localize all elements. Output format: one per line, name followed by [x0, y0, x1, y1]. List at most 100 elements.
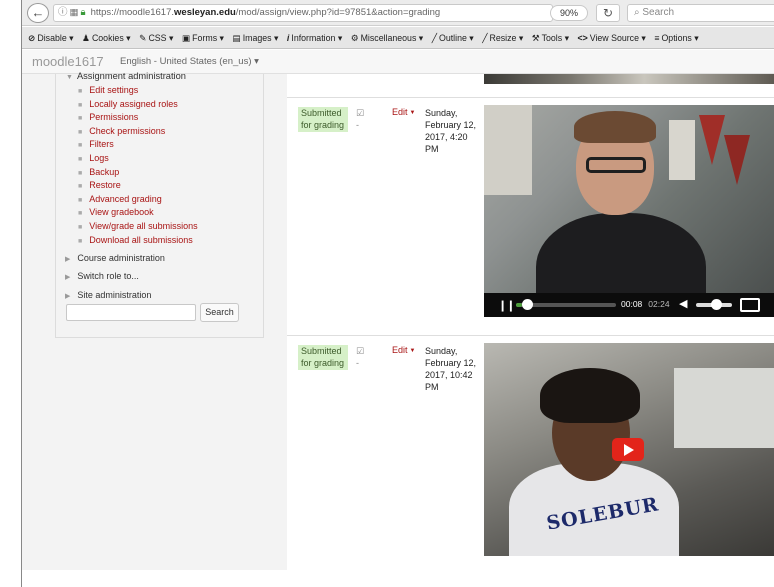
grade-edit-icon: ☑	[356, 108, 365, 118]
edit-menu-link[interactable]: Edit ▼	[392, 107, 415, 117]
edit-menu-link[interactable]: Edit ▼	[392, 345, 415, 355]
last-modified-date: Sunday, February 12, 2017, 10:42 PM	[425, 346, 477, 392]
sidebar-item-backup[interactable]: ■ Backup	[78, 167, 119, 177]
caret-down-icon: ▼	[409, 348, 416, 354]
sidebar-item-logs[interactable]: ■ Logs	[78, 153, 109, 163]
admin-search-button[interactable]: Search	[200, 303, 239, 322]
submission-video-player[interactable]: ❙❙ 00:08 02:24 ◀	[484, 105, 774, 317]
bullet-icon: ■	[78, 197, 83, 204]
student-hair	[540, 368, 640, 423]
sidebar-item-view-grade-all-submissions[interactable]: ■ View/grade all submissions	[78, 221, 198, 231]
collapsed-icon: ▶	[65, 256, 71, 263]
devbar-options[interactable]: ≡ Options ▾	[654, 27, 698, 49]
bullet-icon: ■	[78, 142, 83, 149]
row-divider	[287, 97, 774, 98]
code-icon: <>	[577, 33, 588, 43]
pennant-decoration	[724, 135, 750, 185]
devbar-tools[interactable]: ⚒ Tools ▾	[532, 27, 569, 49]
submission-video-player[interactable]: SOLEBUR	[484, 343, 774, 556]
sidebar-item-download-all-submissions[interactable]: ■ Download all submissions	[78, 235, 193, 245]
browser-window: ← ⓘ ▦ 🔒︎ https://moodle1617.wesleyan.edu/mo…	[21, 0, 774, 587]
resize-icon: ╱	[482, 33, 488, 43]
bullet-icon: ■	[78, 170, 83, 177]
sidebar-item-view-gradebook[interactable]: ■ View gradebook	[78, 207, 154, 217]
bullet-icon: ■	[78, 102, 83, 109]
language-menu[interactable]: English - United States (en_us) ▾	[120, 56, 259, 67]
site-name[interactable]: moodle1617	[32, 54, 104, 69]
devbar-cookies[interactable]: ♟ Cookies ▾	[82, 27, 131, 49]
volume-handle[interactable]	[711, 299, 722, 310]
info-italic-icon: i	[286, 33, 290, 43]
volume-icon[interactable]: ◀	[679, 297, 687, 310]
student-hair	[574, 111, 656, 143]
sidebar-item-locally-assigned-roles[interactable]: ■ Locally assigned roles	[78, 99, 178, 109]
bullet-icon: ■	[78, 115, 83, 122]
sidebar-item-restore[interactable]: ■ Restore	[78, 180, 121, 190]
browser-search-field[interactable]: ⌕ Search	[627, 4, 774, 22]
wall-poster	[484, 105, 532, 195]
pennant-decoration	[699, 115, 725, 165]
wrench-icon: ⚒	[531, 33, 540, 43]
sidebar-item-check-permissions[interactable]: ■ Check permissions	[78, 126, 165, 136]
devbar-forms[interactable]: ▣ Forms ▾	[182, 27, 224, 49]
collapsed-icon: ▶	[65, 293, 71, 300]
bullet-icon: ■	[78, 210, 83, 217]
play-button-icon[interactable]	[612, 438, 644, 461]
submission-status-badge: Submitted for grading	[298, 345, 348, 370]
back-button[interactable]: ←	[27, 3, 49, 23]
collapsed-icon: ▶	[65, 274, 71, 281]
progress-handle[interactable]	[522, 299, 533, 310]
previous-submission-video[interactable]	[484, 74, 774, 84]
grade-cell[interactable]: ☑ -	[356, 107, 364, 131]
bullet-icon: ■	[78, 129, 83, 136]
reload-button[interactable]: ↻	[596, 4, 620, 22]
disable-icon: ⊘	[28, 33, 36, 43]
video-progress-bar[interactable]	[516, 299, 616, 310]
devbar-outline[interactable]: ╱ Outline ▾	[432, 27, 474, 49]
pencil-icon: ╱	[431, 33, 437, 43]
wall-poster	[669, 120, 695, 180]
sidebar-item-filters[interactable]: ■ Filters	[78, 139, 114, 149]
fullscreen-button[interactable]	[740, 298, 760, 312]
reload-icon: ↻	[602, 6, 614, 20]
bullet-icon: ■	[78, 224, 83, 231]
video-time: 00:08 02:24	[621, 299, 670, 309]
lock-icon: 🔒︎	[80, 7, 86, 18]
devbar-information[interactable]: i Information ▾	[287, 27, 342, 49]
devbar-disable[interactable]: ⊘ Disable ▾	[28, 27, 74, 49]
page-bottom	[22, 570, 774, 587]
sidebar-node-switch-role[interactable]: ▶ Switch role to...	[65, 271, 139, 281]
glasses	[586, 157, 646, 173]
sidebar-node-site-administration[interactable]: ▶ Site administration	[65, 290, 151, 300]
pause-icon[interactable]: ❙❙	[498, 299, 515, 312]
back-arrow-icon: ←	[31, 5, 45, 20]
sidebar-item-advanced-grading[interactable]: ■ Advanced grading	[78, 194, 162, 204]
web-developer-toolbar: ⊘ Disable ▾ ♟ Cookies ▾ ✎ CSS ▾ ▣ Forms ▾ ▤ I…	[22, 27, 774, 49]
devbar-images[interactable]: ▤ Images ▾	[232, 27, 278, 49]
devbar-view-source[interactable]: <> View Source ▾	[577, 27, 645, 49]
admin-search-input[interactable]	[66, 304, 196, 321]
bullet-icon: ■	[78, 238, 83, 245]
caret-down-icon: ▼	[409, 110, 416, 116]
devbar-resize[interactable]: ╱ Resize ▾	[482, 27, 523, 49]
devbar-css[interactable]: ✎ CSS ▾	[139, 27, 173, 49]
address-bar[interactable]: ⓘ ▦ 🔒︎ https://moodle1617.wesleyan.edu/mod/…	[53, 4, 553, 22]
devbar-miscellaneous[interactable]: ⚙ Miscellaneous ▾	[351, 27, 424, 49]
url-domain: wesleyan.edu	[174, 7, 236, 18]
bullet-icon: ■	[78, 183, 83, 190]
brush-icon: ✎	[139, 33, 147, 43]
zoom-indicator[interactable]: 90%	[550, 5, 588, 21]
form-icon: ▣	[181, 33, 191, 43]
misc-icon: ⚙	[350, 33, 359, 43]
volume-slider[interactable]	[696, 299, 732, 310]
assignment-administration-heading[interactable]: ▼ Assignment administration	[66, 71, 186, 81]
submission-status-badge: Submitted for grading	[298, 107, 348, 132]
sidebar-node-course-administration[interactable]: ▶ Course administration	[65, 253, 165, 263]
sidebar-item-permissions[interactable]: ■ Permissions	[78, 112, 138, 122]
sidebar-item-edit-settings[interactable]: ■ Edit settings	[78, 85, 138, 95]
grade-cell[interactable]: ☑ -	[356, 345, 364, 369]
search-placeholder: Search	[642, 7, 675, 18]
info-icon: ⓘ	[58, 7, 68, 18]
video-controls: ❙❙ 00:08 02:24 ◀	[484, 293, 774, 317]
url-toolbar: ← ⓘ ▦ 🔒︎ https://moodle1617.wesleyan.edu/mo…	[22, 0, 774, 26]
